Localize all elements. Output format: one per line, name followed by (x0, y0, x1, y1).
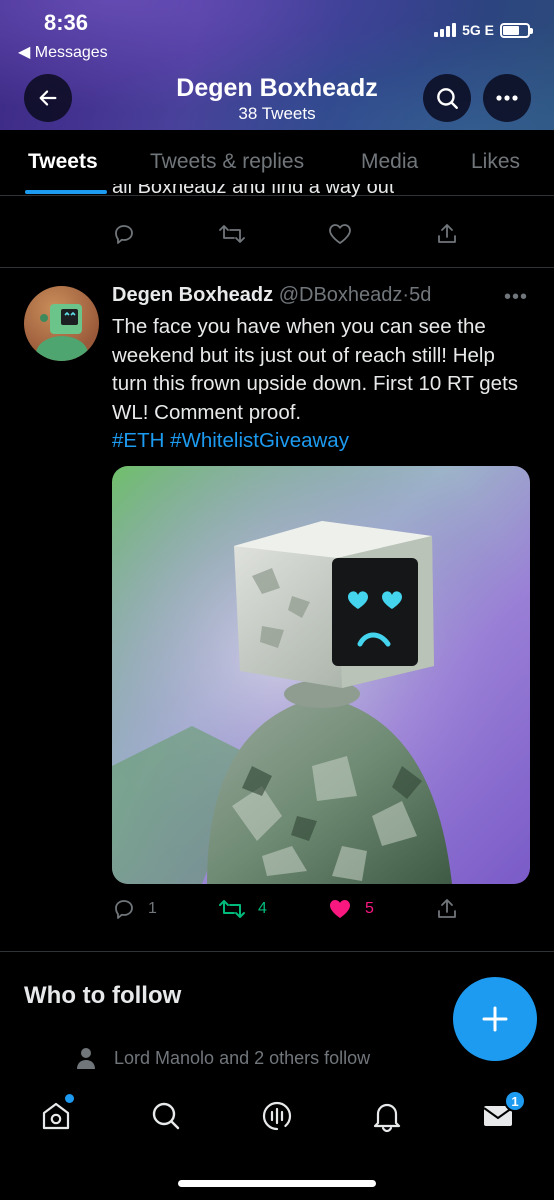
tweet-age: 5d (409, 284, 432, 306)
tweet-more-icon[interactable]: ••• (504, 286, 528, 309)
home-notification-dot (65, 1094, 74, 1103)
more-button[interactable] (483, 74, 531, 122)
prev-share-button[interactable] (435, 222, 459, 246)
social-context: Lord Manolo and 2 others follow (76, 1047, 370, 1069)
nav-messages[interactable]: 1 (478, 1090, 526, 1136)
share-icon (438, 899, 456, 918)
tab-tweets[interactable]: Tweets (28, 150, 98, 174)
prev-like-button[interactable] (327, 222, 353, 246)
compose-tweet-button[interactable] (453, 977, 537, 1061)
share-icon (438, 224, 456, 243)
nav-notifications[interactable] (367, 1096, 407, 1136)
tweet-header: Degen Boxheadz @DBoxheadz·5d (112, 284, 431, 307)
prev-reply-button[interactable] (112, 222, 136, 246)
search-icon (437, 88, 458, 109)
tab-media[interactable]: Media (361, 150, 418, 174)
avatar[interactable] (24, 286, 99, 361)
tweet-author-handle[interactable]: @DBoxheadz (279, 284, 403, 306)
reply-icon (115, 225, 133, 244)
share-button[interactable] (435, 897, 459, 921)
retweet-icon (219, 900, 245, 918)
back-to-messages[interactable]: ◀ Messages (18, 42, 108, 62)
profile-header: 8:36 ◀ Messages 5G E Degen Boxheadz 38 T… (0, 0, 554, 130)
tweet-hashtags[interactable]: #ETH #WhitelistGiveaway (112, 429, 349, 452)
tweet-body: The face you have when you can see the w… (112, 313, 532, 456)
prev-retweet-button[interactable] (218, 222, 246, 246)
bell-icon (373, 1103, 401, 1133)
back-app-label: Messages (34, 44, 108, 61)
tweet-text: The face you have when you can see the w… (112, 315, 519, 424)
retweet-button[interactable]: 4 (218, 897, 267, 921)
retweet-count: 4 (258, 900, 267, 917)
like-button[interactable]: 5 (327, 897, 374, 921)
social-context-text: Lord Manolo and 2 others follow (114, 1047, 371, 1068)
heart-icon (330, 900, 350, 918)
boxhead-avatar-icon (36, 304, 88, 361)
nav-explore[interactable] (146, 1096, 186, 1136)
tweet-count: 38 Tweets (238, 104, 316, 123)
reply-count: 1 (148, 900, 157, 917)
tab-tweets-replies[interactable]: Tweets & replies (150, 150, 304, 174)
active-tab-indicator (25, 190, 107, 194)
home-indicator[interactable] (178, 1180, 376, 1187)
search-button[interactable] (423, 74, 471, 122)
tweet-divider (0, 951, 554, 952)
signal-icon (434, 23, 457, 37)
explore-icon (152, 1102, 180, 1130)
tab-likes[interactable]: Likes (471, 150, 520, 174)
status-indicators: 5G E (434, 22, 533, 38)
boxhead-character-image (112, 466, 530, 884)
nav-home[interactable] (36, 1094, 76, 1136)
reply-button[interactable]: 1 (112, 897, 157, 921)
tweet-divider (0, 267, 554, 268)
who-to-follow-heading: Who to follow (24, 982, 182, 1009)
network-label: 5G E (462, 22, 494, 38)
retweet-icon (219, 225, 245, 243)
spaces-icon (262, 1101, 292, 1131)
battery-icon (500, 22, 533, 38)
nav-spaces[interactable] (257, 1096, 297, 1136)
prev-tweet-text: all Boxheadz and find a way out (112, 184, 395, 198)
home-icon (42, 1102, 70, 1130)
reply-icon (115, 900, 133, 919)
like-count: 5 (365, 900, 374, 917)
compose-plus-icon (482, 1006, 508, 1032)
tweet-media-image[interactable] (112, 466, 530, 884)
heart-icon (329, 224, 351, 244)
messages-badge: 1 (504, 1090, 526, 1112)
tweet-author-name[interactable]: Degen Boxheadz (112, 284, 273, 306)
person-icon (77, 1048, 95, 1069)
more-icon (496, 95, 518, 101)
status-time: 8:36 (44, 10, 89, 35)
